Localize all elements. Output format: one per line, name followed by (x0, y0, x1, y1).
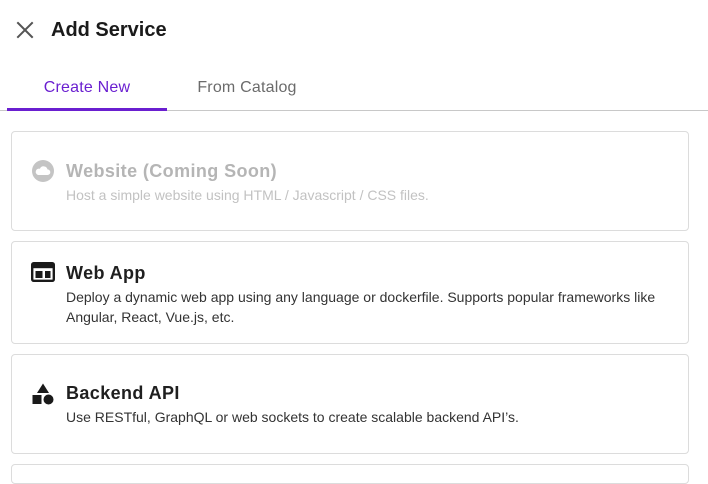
active-tab-indicator (7, 108, 167, 111)
web-window-icon (30, 259, 56, 285)
service-title: Website (Coming Soon) (66, 161, 278, 181)
service-description: Host a simple website using HTML / Javas… (66, 187, 429, 203)
service-card-website: Website (Coming Soon) Host a simple webs… (11, 131, 689, 231)
cloud-icon (30, 158, 56, 184)
tab-create-new[interactable]: Create New (7, 64, 167, 112)
service-description: Use RESTful, GraphQL or web sockets to c… (66, 409, 519, 425)
dialog-header: Add Service (0, 0, 708, 60)
service-title: Web App (66, 263, 146, 283)
service-title: Backend API (66, 383, 180, 403)
dialog-title: Add Service (51, 19, 167, 41)
shapes-icon (30, 381, 56, 407)
service-card-web-app[interactable]: Web App Deploy a dynamic web app using a… (11, 241, 689, 344)
tab-from-catalog[interactable]: From Catalog (167, 64, 327, 112)
tab-bar: Create New From Catalog (0, 64, 708, 112)
close-button[interactable] (12, 17, 38, 43)
service-description: Deploy a dynamic web app using any langu… (66, 289, 656, 325)
service-card-backend-api[interactable]: Backend API Use RESTful, GraphQL or web … (11, 354, 689, 454)
service-card-partial[interactable] (11, 464, 689, 484)
close-icon (16, 21, 34, 39)
